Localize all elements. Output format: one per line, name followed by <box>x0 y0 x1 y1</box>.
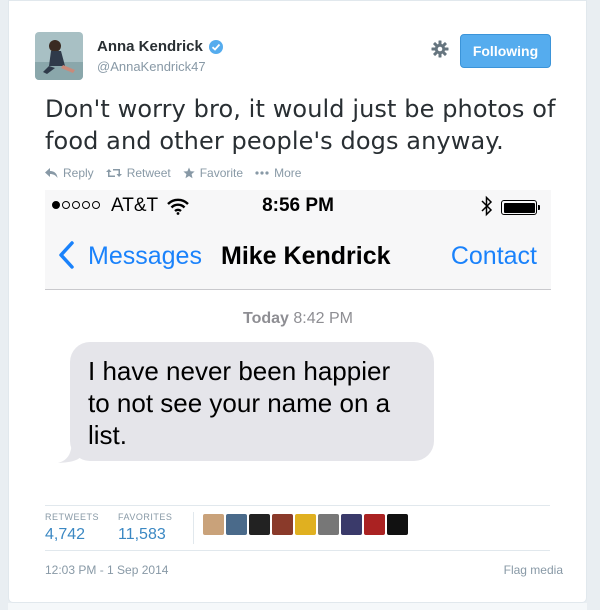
favoriter-avatar[interactable] <box>364 514 385 535</box>
gear-icon[interactable] <box>431 40 449 58</box>
flag-media-link[interactable]: Flag media <box>504 563 563 577</box>
favoriter-avatar[interactable] <box>341 514 362 535</box>
retweet-action[interactable]: Retweet <box>105 166 171 180</box>
retweets-label: RETWEETS <box>45 512 100 522</box>
verified-badge-icon <box>209 40 223 54</box>
conversation-title: Mike Kendrick <box>221 242 391 270</box>
tweet-actions: Reply Retweet Favorite More <box>45 166 313 180</box>
retweet-icon <box>105 169 122 177</box>
favorites-count: 11,583 <box>118 526 166 543</box>
today-label: Today <box>243 310 289 327</box>
favoriter-avatar[interactable] <box>272 514 293 535</box>
profile-avatar[interactable] <box>35 32 83 80</box>
reply-icon <box>45 168 58 178</box>
reply-label: Reply <box>63 166 94 180</box>
more-dots-icon <box>255 171 269 175</box>
retweets-count: 4,742 <box>45 526 86 543</box>
favorite-action[interactable]: Favorite <box>183 166 243 180</box>
messages-back-button[interactable]: Messages <box>88 242 202 271</box>
favoriter-avatar[interactable] <box>249 514 270 535</box>
tweet-media-image[interactable]: AT&T 8:56 PM Messages Mike Kendrick Cont… <box>45 190 551 488</box>
status-time: 8:56 PM <box>262 195 334 216</box>
card-bottom-strip <box>8 603 587 610</box>
user-handle[interactable]: @AnnaKendrick47 <box>97 59 206 74</box>
more-action[interactable]: More <box>255 166 301 180</box>
favoriter-avatar[interactable] <box>226 514 247 535</box>
back-chevron-icon[interactable] <box>57 240 75 275</box>
user-full-name[interactable]: Anna Kendrick <box>97 38 203 55</box>
favoriter-avatars <box>203 514 410 535</box>
message-timestamp: Today 8:42 PM <box>45 310 551 328</box>
following-button[interactable]: Following <box>460 34 551 68</box>
battery-icon <box>501 200 540 215</box>
favoriter-avatar[interactable] <box>318 514 339 535</box>
favorite-label: Favorite <box>199 166 244 180</box>
reply-action[interactable]: Reply <box>45 166 94 180</box>
tweet-text: Don't worry bro, it would just be photos… <box>45 95 556 155</box>
bluetooth-icon <box>481 195 493 222</box>
star-icon <box>183 167 195 179</box>
tweet-timestamp[interactable]: 12:03 PM - 1 Sep 2014 <box>45 563 168 577</box>
message-bubble: I have never been happier to not see you… <box>70 342 434 461</box>
favorites-stat[interactable]: FAVORITES 11,583 <box>118 512 172 544</box>
today-time: 8:42 PM <box>293 310 353 327</box>
retweet-label: Retweet <box>126 166 171 180</box>
retweets-stat[interactable]: RETWEETS 4,742 <box>45 512 99 544</box>
favorites-label: FAVORITES <box>118 512 173 522</box>
contact-button[interactable]: Contact <box>451 242 537 271</box>
more-label: More <box>274 166 302 180</box>
favoriter-avatar[interactable] <box>295 514 316 535</box>
stats-divider <box>193 512 194 544</box>
favoriter-avatar[interactable] <box>387 514 408 535</box>
tweet-stats: RETWEETS 4,742 FAVORITES 11,583 <box>45 505 550 551</box>
favoriter-avatar[interactable] <box>203 514 224 535</box>
